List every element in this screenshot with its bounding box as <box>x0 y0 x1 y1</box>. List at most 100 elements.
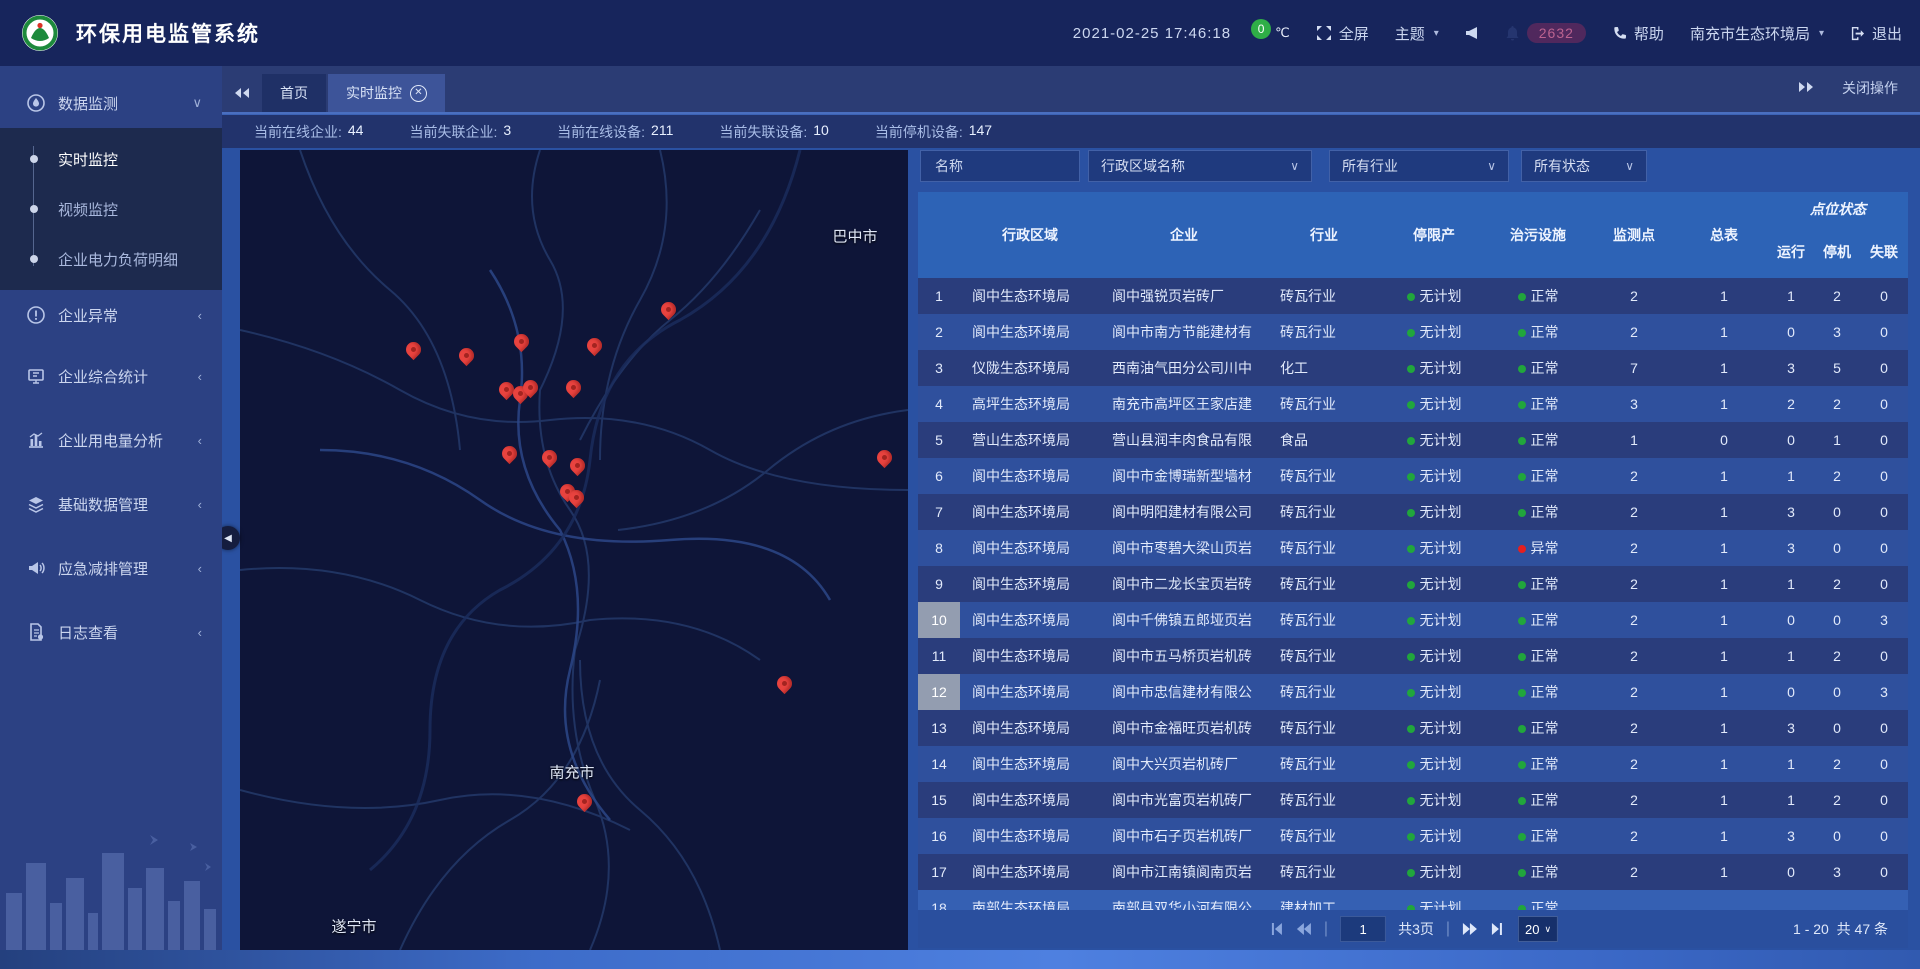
cell-region: 阆中生态环境局 <box>960 682 1100 702</box>
notifications[interactable]: 2632 <box>1505 23 1586 43</box>
cell-limit: 无计划 <box>1380 754 1488 774</box>
mute-button[interactable] <box>1465 26 1479 40</box>
sidebar-item[interactable]: 应急减排管理‹ <box>0 540 222 596</box>
col-facility: 治污设施 <box>1488 192 1588 278</box>
status-dot <box>1518 437 1526 445</box>
table-row[interactable]: 7阆中生态环境局阆中明阳建材有限公司砖瓦行业无计划正常21300 <box>918 494 1908 530</box>
cell-meter: 1 <box>1680 324 1768 340</box>
cell-monitor: 2 <box>1588 720 1680 736</box>
cell-monitor: 2 <box>1588 468 1680 484</box>
table-row[interactable]: 12阆中生态环境局阆中市忠信建材有限公砖瓦行业无计划正常21003 <box>918 674 1908 710</box>
logout-button[interactable]: 退出 <box>1850 23 1902 44</box>
cell-stop: 0 <box>1814 828 1860 844</box>
cell-company: 阆中强锐页岩砖厂 <box>1100 286 1268 306</box>
top-header: 环保用电监管系统 2021-02-25 17:46:18 0 ℃ 全屏 主题 ▾… <box>0 0 1920 66</box>
cell-meter: 0 <box>1680 432 1768 448</box>
cell-run: 0 <box>1768 432 1814 448</box>
cell-run: 2 <box>1768 396 1814 412</box>
cell-monitor: 2 <box>1588 864 1680 880</box>
pagination-divider: | <box>1324 920 1328 938</box>
name-filter[interactable] <box>920 150 1080 182</box>
cell-industry: 砖瓦行业 <box>1268 646 1380 666</box>
help-button[interactable]: 帮助 <box>1612 23 1664 44</box>
table-row[interactable]: 1阆中生态环境局阆中强锐页岩砖厂砖瓦行业无计划正常21120 <box>918 278 1908 314</box>
cell-limit: 无计划 <box>1380 790 1488 810</box>
org-dropdown[interactable]: 南充市生态环境局 ▾ <box>1690 23 1824 44</box>
cell-lost: 0 <box>1860 468 1908 484</box>
cell-industry: 砖瓦行业 <box>1268 286 1380 306</box>
cell-lost: 0 <box>1860 396 1908 412</box>
table-row[interactable]: 17阆中生态环境局阆中市江南镇阆南页岩砖瓦行业无计划正常21030 <box>918 854 1908 890</box>
sidebar-item[interactable]: 数据监测∨ <box>0 78 222 128</box>
stat-item: 当前在线设备:211 <box>557 122 673 142</box>
first-page-icon[interactable] <box>1268 922 1284 936</box>
sidebar-subitem[interactable]: 视频监控 <box>0 184 222 234</box>
table-row[interactable]: 8阆中生态环境局阆中市枣碧大梁山页岩砖瓦行业无计划异常21300 <box>918 530 1908 566</box>
table-row[interactable]: 10阆中生态环境局阆中千佛镇五郎垭页岩砖瓦行业无计划正常21003 <box>918 602 1908 638</box>
cell-region: 阆中生态环境局 <box>960 538 1100 558</box>
name-filter-input[interactable] <box>933 157 1067 175</box>
theme-dropdown[interactable]: 主题 ▾ <box>1395 23 1439 44</box>
logout-icon <box>1850 26 1865 41</box>
table-row[interactable]: 11阆中生态环境局阆中市五马桥页岩机砖砖瓦行业无计划正常21120 <box>918 638 1908 674</box>
industry-filter-select[interactable]: 所有行业 ∨ <box>1329 150 1509 182</box>
cell-company: 阆中市金福旺页岩机砖 <box>1100 718 1268 738</box>
table-row[interactable]: 18南部生态环境局南部县双华小河有限公建材加工无计划正常 <box>918 890 1908 910</box>
sidebar-item[interactable]: 企业综合统计‹ <box>0 348 222 404</box>
table-row[interactable]: 4高坪生态环境局南充市高坪区王家店建砖瓦行业无计划正常31220 <box>918 386 1908 422</box>
cell-monitor: 1 <box>1588 432 1680 448</box>
table-row[interactable]: 13阆中生态环境局阆中市金福旺页岩机砖砖瓦行业无计划正常21300 <box>918 710 1908 746</box>
page-number-input[interactable]: 1 <box>1340 916 1386 942</box>
status-dot <box>1518 401 1526 409</box>
cell-run: 0 <box>1768 684 1814 700</box>
sidebar-subitem[interactable]: 实时监控 <box>0 134 222 184</box>
gauge-icon <box>26 93 46 113</box>
enterprise-table-panel: 行政区域 企业 行业 停限产 治污设施 监测点 总表 点位状态 运行 停机 失联… <box>918 192 1908 950</box>
cell-lost: 0 <box>1860 792 1908 808</box>
status-filter-select[interactable]: 所有状态 ∨ <box>1521 150 1647 182</box>
table-row[interactable]: 15阆中生态环境局阆中市光富页岩机砖厂砖瓦行业无计划正常21120 <box>918 782 1908 818</box>
status-dot <box>1518 293 1526 301</box>
close-operations-button[interactable]: 关闭操作 <box>1842 78 1898 98</box>
cell-region: 高坪生态环境局 <box>960 394 1100 414</box>
table-row[interactable]: 2阆中生态环境局阆中市南方节能建材有砖瓦行业无计划正常21030 <box>918 314 1908 350</box>
map-panel[interactable]: 巴中市南充市遂宁市 <box>240 150 908 950</box>
next-page-icon[interactable] <box>1462 922 1478 936</box>
bullet-icon <box>30 205 38 213</box>
cell-facility: 正常 <box>1488 322 1588 342</box>
cell-industry: 砖瓦行业 <box>1268 610 1380 630</box>
sidebar-item[interactable]: 日志查看‹ <box>0 604 222 660</box>
prev-page-icon[interactable] <box>1296 922 1312 936</box>
last-page-icon[interactable] <box>1490 922 1506 936</box>
table-row[interactable]: 6阆中生态环境局阆中市金博瑞新型墙材砖瓦行业无计划正常21120 <box>918 458 1908 494</box>
cell-facility: 正常 <box>1488 646 1588 666</box>
status-dot <box>1518 329 1526 337</box>
table-row[interactable]: 14阆中生态环境局阆中大兴页岩机砖厂砖瓦行业无计划正常21120 <box>918 746 1908 782</box>
sidebar-item[interactable]: 基础数据管理‹ <box>0 476 222 532</box>
tabs-scroll-left-icon[interactable] <box>222 74 262 112</box>
sidebar-item[interactable]: 企业用电量分析‹ <box>0 412 222 468</box>
tab-实时监控[interactable]: 实时监控✕ <box>328 74 445 112</box>
cell-company: 营山县润丰肉食品有限 <box>1100 430 1268 450</box>
table-row[interactable]: 5营山生态环境局营山县润丰肉食品有限食品无计划正常10010 <box>918 422 1908 458</box>
table-row[interactable]: 3仪陇生态环境局西南油气田分公司川中化工无计划正常71350 <box>918 350 1908 386</box>
sidebar-item[interactable]: 企业异常‹ <box>0 290 222 340</box>
cell-facility: 正常 <box>1488 682 1588 702</box>
region-filter-select[interactable]: 行政区域名称 ∨ <box>1088 150 1312 182</box>
cell-run: 1 <box>1768 756 1814 772</box>
tab-首页[interactable]: 首页 <box>262 74 326 112</box>
table-row[interactable]: 16阆中生态环境局阆中市石子页岩机砖厂砖瓦行业无计划正常21300 <box>918 818 1908 854</box>
table-row[interactable]: 9阆中生态环境局阆中市二龙长宝页岩砖砖瓦行业无计划正常21120 <box>918 566 1908 602</box>
sidebar-subitem[interactable]: 企业电力负荷明细 <box>0 234 222 284</box>
tabs-scroll-right-icon[interactable] <box>1798 80 1814 96</box>
close-icon[interactable]: ✕ <box>410 85 427 102</box>
status-dot <box>1407 869 1415 877</box>
cell-limit: 无计划 <box>1380 322 1488 342</box>
fullscreen-button[interactable]: 全屏 <box>1316 23 1369 44</box>
temperature-badge: 0 <box>1251 19 1271 39</box>
status-dot <box>1518 869 1526 877</box>
page-size-select[interactable]: 20 ∨ <box>1518 916 1558 942</box>
cell-region: 阆中生态环境局 <box>960 502 1100 522</box>
cell-limit: 无计划 <box>1380 286 1488 306</box>
cell-region: 阆中生态环境局 <box>960 754 1100 774</box>
